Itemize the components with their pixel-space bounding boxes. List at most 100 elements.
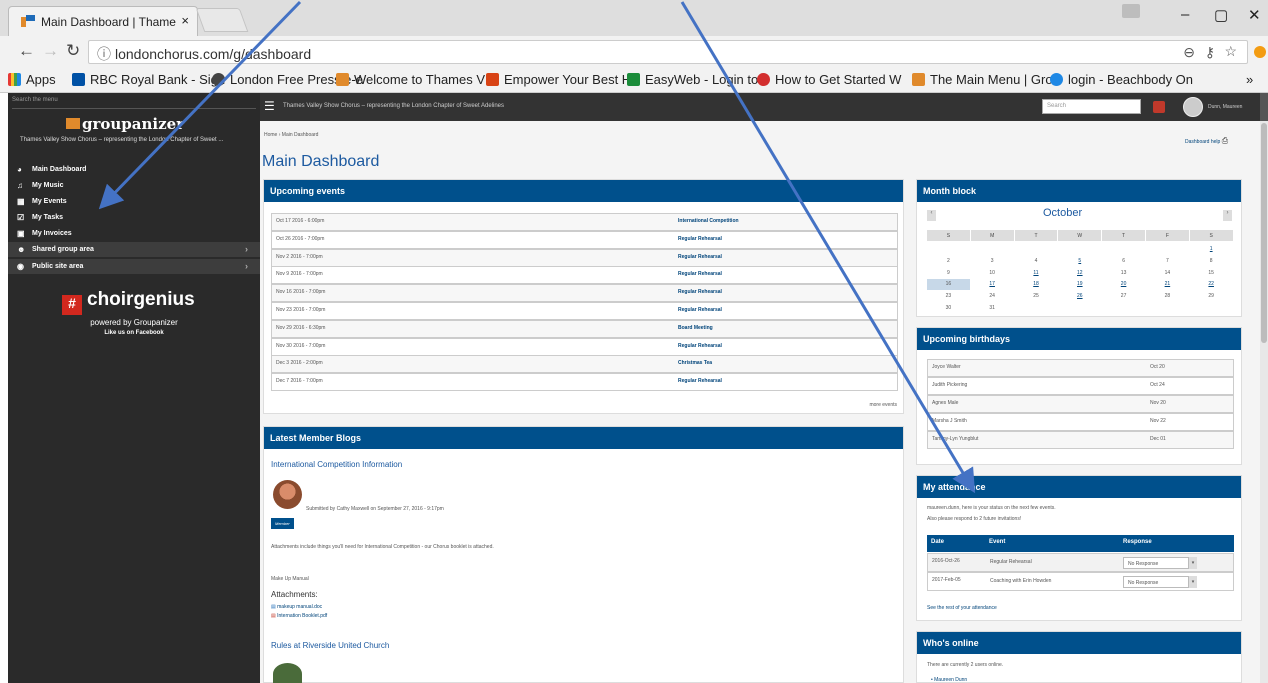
extension-icon[interactable] bbox=[1254, 46, 1266, 58]
calendar-day[interactable]: 21 bbox=[1146, 279, 1189, 290]
bookmark-label: How to Get Started W bbox=[775, 72, 902, 87]
dashboard-icon: ◕ bbox=[17, 165, 22, 174]
calendar-day: 23 bbox=[945, 293, 952, 300]
bookmark-beachbody[interactable]: login - Beachbody On bbox=[1050, 72, 1193, 87]
scrollbar-thumb[interactable] bbox=[1261, 123, 1267, 343]
birthday-name[interactable]: Agnes Male bbox=[932, 400, 958, 406]
calendar-day[interactable]: 12 bbox=[1058, 268, 1101, 279]
key-icon[interactable]: ⚷ bbox=[1205, 44, 1215, 61]
col-event: Event bbox=[989, 539, 1006, 545]
chevron-down-icon[interactable]: ▾ bbox=[1189, 576, 1197, 588]
event-link[interactable]: International Competition bbox=[678, 218, 739, 224]
dashboard-help-link[interactable]: Dashboard help ⎙ bbox=[1185, 136, 1228, 146]
response-select[interactable]: No Response ▾ bbox=[1123, 557, 1197, 569]
minimize-icon[interactable]: – bbox=[1181, 6, 1189, 23]
bookmark-get-started[interactable]: How to Get Started W bbox=[757, 72, 901, 87]
bookmark-easyweb[interactable]: EasyWeb - Login to o bbox=[627, 72, 769, 87]
notification-icon[interactable] bbox=[1153, 101, 1165, 113]
choirgenius-logo[interactable]: # choirgenius bbox=[62, 289, 195, 315]
calendar-day[interactable]: 22 bbox=[1190, 279, 1233, 290]
avatar[interactable] bbox=[1183, 97, 1203, 117]
user-menu[interactable]: Dunn, Maureen bbox=[1208, 104, 1242, 110]
event-link[interactable]: Regular Rehearsal bbox=[678, 236, 722, 242]
birthday-name[interactable]: Marsha J Smith bbox=[932, 418, 967, 424]
calendar-day[interactable]: 20 bbox=[1102, 279, 1145, 290]
profile-icon[interactable] bbox=[1122, 4, 1140, 18]
event-link[interactable]: Regular Rehearsal bbox=[678, 271, 722, 277]
online-user[interactable]: • Maureen Dunn bbox=[931, 677, 967, 683]
birthday-name[interactable]: Joyce Walter bbox=[932, 364, 961, 370]
new-tab-button[interactable] bbox=[195, 8, 249, 32]
back-icon[interactable]: ← bbox=[18, 41, 35, 61]
sidebar-item-main-dashboard[interactable]: ◕ Main Dashboard bbox=[8, 162, 260, 177]
sidebar-item-my-tasks[interactable]: ☑ My Tasks bbox=[8, 210, 260, 225]
event-link[interactable]: Board Meeting bbox=[678, 325, 713, 331]
search-input[interactable]: Search bbox=[1042, 99, 1141, 114]
response-select[interactable]: No Response ▾ bbox=[1123, 576, 1197, 588]
event-link[interactable]: Regular Rehearsal bbox=[678, 307, 722, 313]
scrollbar[interactable] bbox=[1260, 93, 1268, 121]
tab-close-icon[interactable]: × bbox=[181, 13, 189, 28]
bookmark-welcome[interactable]: Welcome to Thames V bbox=[336, 72, 485, 87]
sidebar-item-my-invoices[interactable]: ▣ My Invoices bbox=[8, 226, 260, 241]
event-link[interactable]: Regular Rehearsal bbox=[678, 289, 722, 295]
event-link[interactable]: Christmas Tea bbox=[678, 360, 712, 366]
sidebar-item-shared-group-area[interactable]: ☻ Shared group area › bbox=[8, 242, 260, 257]
event-date: Nov 16 2016 - 7:00pm bbox=[276, 289, 326, 296]
hamburger-menu-icon[interactable]: ☰ bbox=[264, 99, 275, 113]
calendar-day: 28 bbox=[1164, 293, 1171, 300]
calendar-day[interactable]: 1 bbox=[1190, 244, 1233, 255]
calendar-day: 13 bbox=[1120, 269, 1127, 276]
prev-month-button[interactable]: ‹ bbox=[927, 210, 936, 221]
print-icon[interactable]: ⎙ bbox=[1222, 136, 1228, 145]
blog-post-title[interactable]: Rules at Riverside United Church bbox=[271, 641, 389, 650]
attendance-event[interactable]: Coaching with Erin Howden bbox=[990, 578, 1051, 584]
forward-icon[interactable]: → bbox=[42, 41, 59, 61]
sidebar-item-public-site-area[interactable]: ◉ Public site area › bbox=[8, 259, 260, 274]
breadcrumb[interactable]: Home › Main Dashboard bbox=[264, 132, 318, 138]
bookmarks-overflow[interactable]: » bbox=[1246, 72, 1253, 87]
browser-tab[interactable]: Main Dashboard | Thame × bbox=[8, 6, 198, 36]
next-month-button[interactable]: › bbox=[1223, 210, 1232, 221]
calendar-day[interactable]: 5 bbox=[1058, 256, 1101, 267]
bookmark-apps[interactable]: Apps bbox=[8, 72, 56, 87]
calendar-day[interactable]: 26 bbox=[1058, 291, 1101, 302]
event-row: Nov 30 2016 - 7:00pm Regular Rehearsal bbox=[271, 337, 898, 356]
attendance-header: Date Event Response bbox=[927, 535, 1234, 552]
bookmark-main-menu[interactable]: The Main Menu | Grou bbox=[912, 72, 1060, 87]
close-window-icon[interactable]: ✕ bbox=[1248, 6, 1261, 24]
calendar-day[interactable]: 17 bbox=[971, 279, 1014, 290]
scrollbar[interactable] bbox=[1260, 121, 1268, 683]
calendar-day[interactable]: 11 bbox=[1015, 268, 1058, 279]
url-field[interactable]: ⓘ londonchorus.com/g/dashboard ⊖ ⚷ ☆ bbox=[88, 40, 1248, 64]
see-attendance-link[interactable]: See the rest of your attendance bbox=[927, 605, 997, 611]
reload-icon[interactable]: ↻ bbox=[66, 41, 80, 61]
bookmark-empower[interactable]: Empower Your Best H bbox=[486, 72, 631, 87]
sidebar-search[interactable]: Search the menu bbox=[12, 97, 256, 107]
event-link[interactable]: Regular Rehearsal bbox=[678, 254, 722, 260]
attendance-event[interactable]: Regular Rehearsal bbox=[990, 559, 1032, 565]
attachment-link[interactable]: ▤ Internation Booklet.pdf bbox=[271, 613, 327, 619]
blog-post-title[interactable]: International Competition Information bbox=[271, 460, 402, 469]
chevron-down-icon[interactable]: ▾ bbox=[1189, 557, 1197, 569]
bookmark-star-icon[interactable]: ☆ bbox=[1224, 43, 1237, 60]
calendar-day[interactable]: 18 bbox=[1015, 279, 1058, 290]
author-avatar[interactable] bbox=[273, 663, 302, 683]
attendance-date: 2017-Feb-05 bbox=[932, 577, 961, 583]
event-link[interactable]: Regular Rehearsal bbox=[678, 378, 722, 384]
sidebar-item-my-music[interactable]: ♫ My Music bbox=[8, 178, 260, 193]
attachment-link[interactable]: ▤ makeup manual.doc bbox=[271, 604, 322, 610]
event-link[interactable]: Regular Rehearsal bbox=[678, 343, 722, 349]
more-events-link[interactable]: more events bbox=[869, 402, 897, 408]
sidebar-item-my-events[interactable]: ▦ My Events bbox=[8, 194, 260, 209]
calendar-day[interactable]: 19 bbox=[1058, 279, 1101, 290]
birthday-name[interactable]: Tammy-Lyn Yungblut bbox=[932, 436, 978, 442]
zoom-icon[interactable]: ⊖ bbox=[1183, 44, 1195, 61]
maximize-icon[interactable]: ▢ bbox=[1214, 6, 1228, 24]
sidebar-item-label: Shared group area bbox=[32, 246, 94, 253]
author-avatar[interactable] bbox=[273, 480, 302, 509]
groupanizer-logo[interactable]: groupanizer bbox=[66, 115, 184, 133]
like-us-link[interactable]: Like us on Facebook bbox=[8, 330, 260, 336]
birthday-name[interactable]: Judith Pickering bbox=[932, 382, 967, 388]
bookmark-rbc[interactable]: RBC Royal Bank - Sign bbox=[72, 72, 225, 87]
